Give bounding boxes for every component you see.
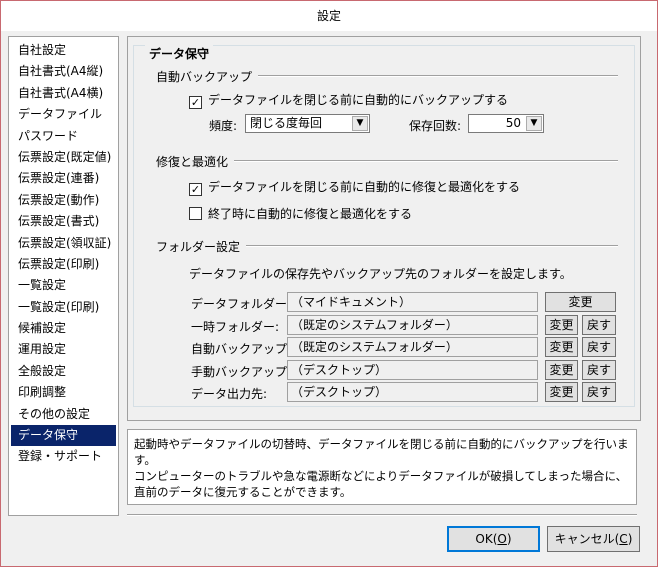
sidebar-item-16[interactable]: 印刷調整: [11, 382, 116, 403]
title-bar: 設定: [1, 1, 657, 31]
window-title: 設定: [316, 9, 341, 23]
repair-before-close-check-icon: ✓: [189, 183, 202, 196]
folder-row-label: データフォルダー:: [191, 297, 292, 311]
sidebar-item-14[interactable]: 運用設定: [11, 339, 116, 360]
folder-change-button[interactable]: 変更: [545, 292, 616, 312]
sidebar-item-8[interactable]: 伝票設定(書式): [11, 211, 116, 232]
cancel-label-end: ): [627, 532, 633, 546]
sidebar-item-2[interactable]: 自社書式(A4横): [11, 83, 116, 104]
sidebar-item-19[interactable]: 登録・サポート: [11, 446, 116, 467]
folder-path-field: （デスクトップ）: [287, 360, 538, 380]
sidebar-item-17[interactable]: その他の設定: [11, 404, 116, 425]
auto-backup-check-icon: ✓: [189, 96, 202, 109]
folder-change-button[interactable]: 変更: [545, 337, 578, 357]
sidebar-item-9[interactable]: 伝票設定(領収証): [11, 233, 116, 254]
repair-before-close-label: データファイルを閉じる前に自動的に修復と最適化をする: [208, 180, 521, 194]
data-maintenance-group: データ保守 自動バックアップ ✓ データファイルを閉じる前に自動的にバックアップす…: [133, 45, 635, 407]
sidebar-item-5[interactable]: 伝票設定(既定値): [11, 147, 116, 168]
chevron-down-icon: ▼: [526, 116, 542, 131]
sidebar-item-4[interactable]: パスワード: [11, 126, 116, 147]
sidebar-item-10[interactable]: 伝票設定(印刷): [11, 254, 116, 275]
folder-row-label: 手動バックアップ:: [191, 365, 292, 379]
folder-change-button[interactable]: 変更: [545, 315, 578, 335]
backup-count-label: 保存回数:: [409, 119, 462, 133]
folder-row-label: データ出力先:: [191, 387, 268, 401]
folder-path-field: （既定のシステムフォルダー）: [287, 337, 538, 357]
repair-before-close-checkbox[interactable]: ✓ データファイルを閉じる前に自動的に修復と最適化をする: [189, 178, 520, 196]
auto-backup-checkbox-label: データファイルを閉じる前に自動的にバックアップする: [208, 93, 509, 107]
folder-path-field: （既定のシステムフォルダー）: [287, 315, 538, 335]
frequency-label: 頻度:: [209, 119, 238, 133]
repair-on-exit-check-icon: [189, 207, 202, 220]
folder-path-field: （デスクトップ）: [287, 382, 538, 402]
help-description: 起動時やデータファイルの切替時、データファイルを閉じる前に自動的にバックアップを…: [127, 429, 637, 505]
repair-on-exit-checkbox[interactable]: 終了時に自動的に修復と最適化をする: [189, 205, 412, 222]
sidebar-item-15[interactable]: 全般設定: [11, 361, 116, 382]
frequency-select[interactable]: 閉じる度毎回 ▼: [245, 114, 370, 133]
data-maintenance-panel: データ保守 自動バックアップ ✓ データファイルを閉じる前に自動的にバックアップす…: [127, 36, 641, 421]
folder-reset-button[interactable]: 戻す: [582, 382, 616, 402]
folder-reset-button[interactable]: 戻す: [582, 315, 616, 335]
sidebar-item-12[interactable]: 一覧設定(印刷): [11, 297, 116, 318]
sidebar-item-11[interactable]: 一覧設定: [11, 275, 116, 296]
footer-divider: [127, 514, 637, 516]
folders-title: フォルダー設定: [156, 238, 247, 255]
ok-button[interactable]: OK(O): [447, 526, 540, 552]
sidebar-item-7[interactable]: 伝票設定(動作): [11, 190, 116, 211]
auto-backup-checkbox[interactable]: ✓ データファイルを閉じる前に自動的にバックアップする: [189, 91, 508, 109]
ok-label-end: ): [506, 532, 512, 546]
repair-on-exit-label: 終了時に自動的に修復と最適化をする: [208, 207, 413, 221]
chevron-down-icon: ▼: [352, 116, 368, 131]
sidebar-item-13[interactable]: 候補設定: [11, 318, 116, 339]
folder-row-label: 自動バックアップ:: [191, 342, 292, 356]
cancel-accesskey: C: [619, 532, 628, 546]
folders-description: データファイルの保存先やバックアップ先のフォルダーを設定します。: [189, 267, 572, 281]
frequency-value: 閉じる度毎回: [250, 116, 323, 130]
group-title: データ保守: [145, 45, 214, 62]
auto-backup-title: 自動バックアップ: [156, 68, 259, 85]
folder-reset-button[interactable]: 戻す: [582, 337, 616, 357]
sidebar-item-18[interactable]: データ保守: [11, 425, 116, 447]
backup-count-select[interactable]: 50 ▼: [468, 114, 544, 133]
ok-accesskey: O: [497, 532, 507, 546]
sidebar-item-6[interactable]: 伝票設定(連番): [11, 168, 116, 189]
folder-path-field: （マイドキュメント）: [287, 292, 538, 312]
repair-title: 修復と最適化: [156, 153, 235, 170]
help-text-2: コンピューターのトラブルや急な電源断などによりデータファイルが破損してしまった場…: [134, 469, 628, 499]
sidebar-item-3[interactable]: データファイル: [11, 104, 116, 125]
cancel-button[interactable]: キャンセル(C): [547, 526, 640, 552]
folder-change-button[interactable]: 変更: [545, 360, 578, 380]
folder-row-label: 一時フォルダー:: [191, 320, 280, 334]
help-text-1: 起動時やデータファイルの切替時、データファイルを閉じる前に自動的にバックアップを…: [134, 437, 629, 467]
cancel-label: キャンセル(: [554, 532, 620, 546]
backup-count-value: 50: [505, 116, 521, 130]
ok-label: OK(: [475, 532, 498, 546]
folder-change-button[interactable]: 変更: [545, 382, 578, 402]
folder-reset-button[interactable]: 戻す: [582, 360, 616, 380]
settings-category-list[interactable]: 自社設定 自社書式(A4縦) 自社書式(A4横) データファイル パスワード 伝票設定(既…: [8, 36, 119, 516]
settings-dialog: 設定 自社設定 自社書式(A4縦) 自社書式(A4横) データファイル パスワード 伝票設…: [0, 0, 658, 567]
sidebar-item-0[interactable]: 自社設定: [11, 40, 116, 61]
sidebar-item-1[interactable]: 自社書式(A4縦): [11, 61, 116, 82]
